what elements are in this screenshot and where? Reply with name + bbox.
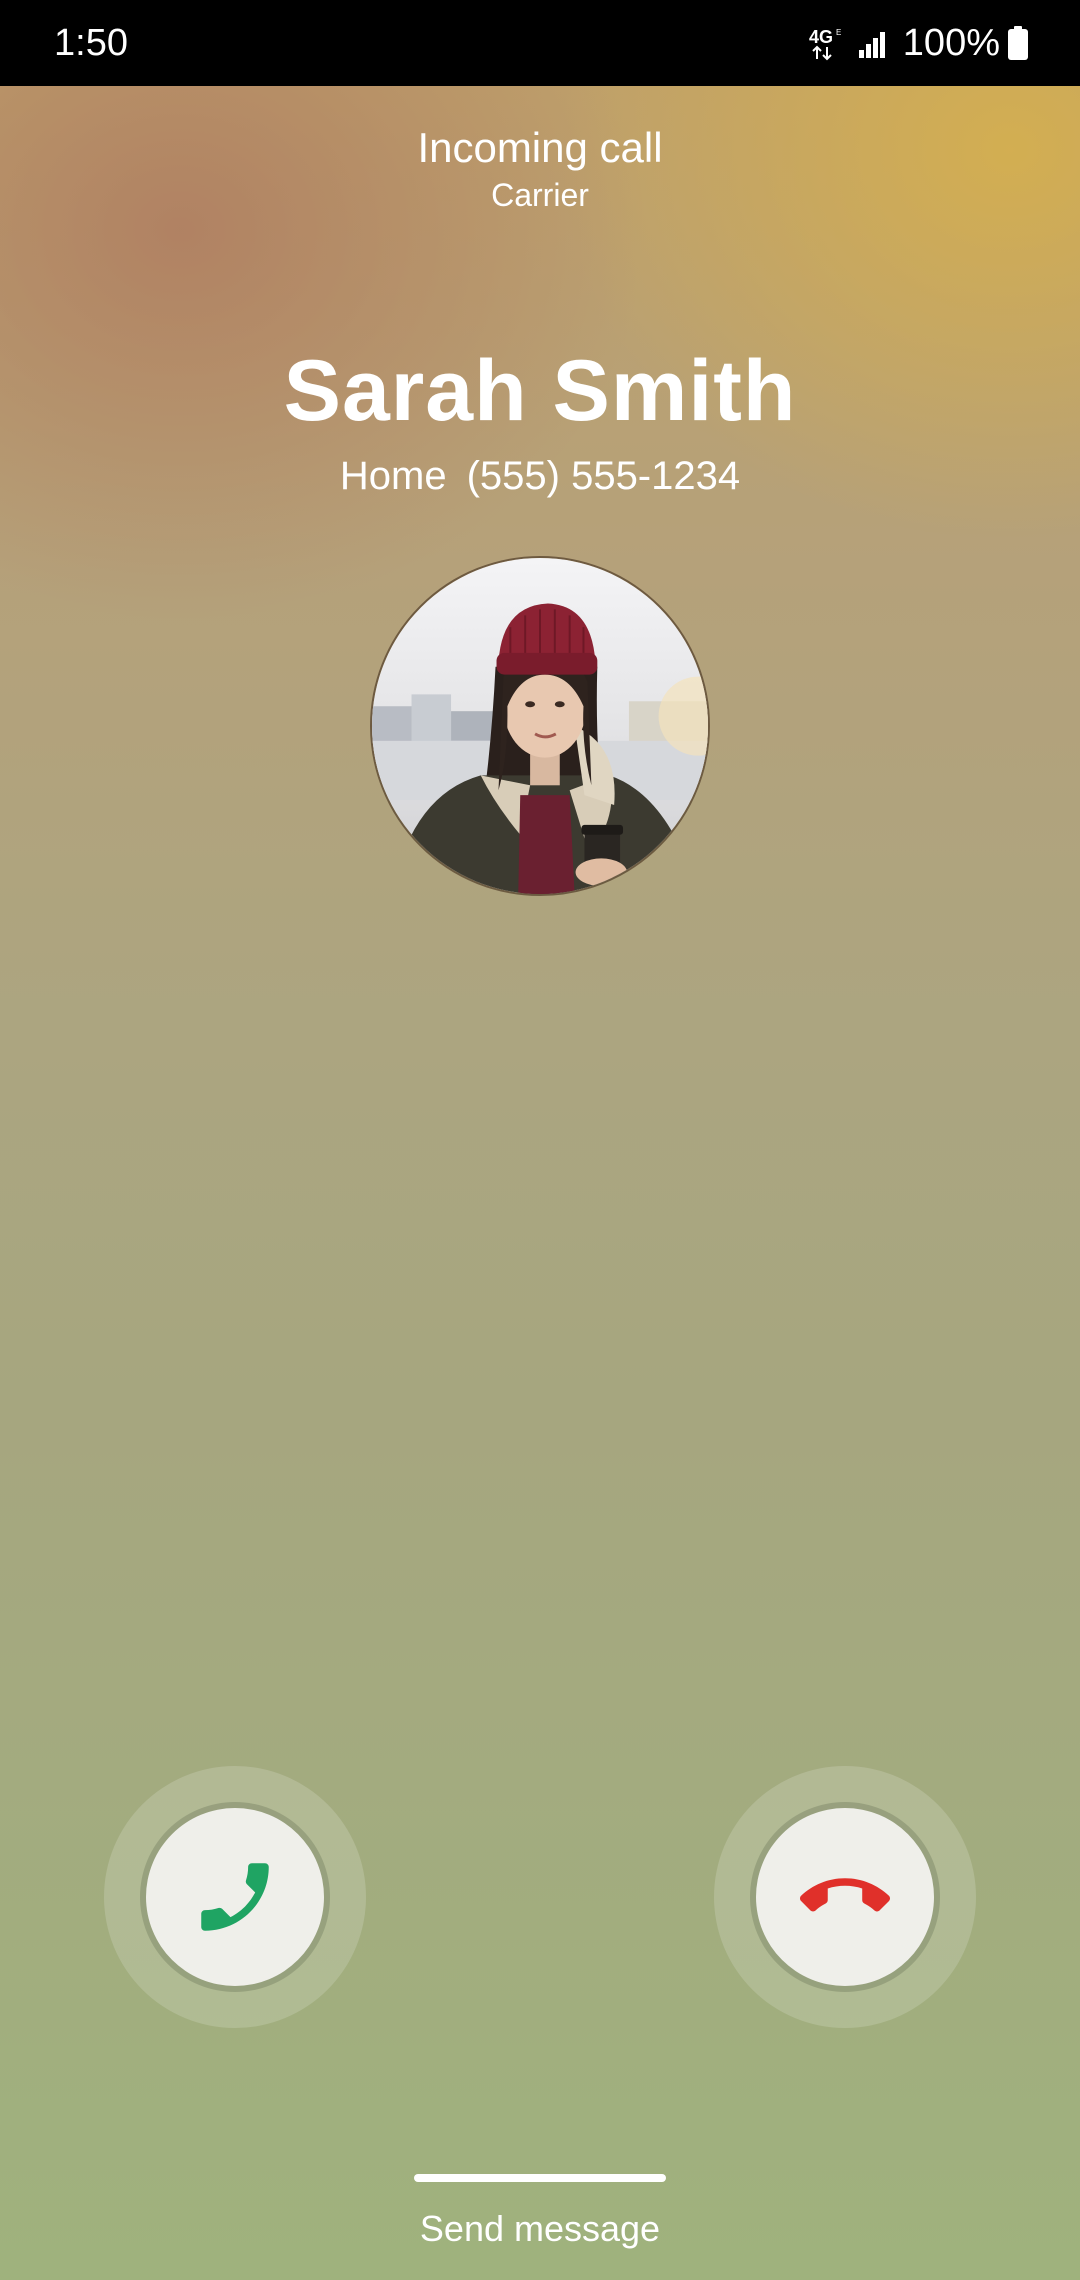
4g-lte-icon: 4G E — [809, 27, 841, 61]
number-type-label: Home — [339, 454, 447, 498]
decline-call-button[interactable] — [714, 1766, 976, 2028]
svg-text:E: E — [836, 28, 841, 37]
send-message-button[interactable]: Send message — [0, 2204, 1080, 2254]
cell-signal-icon — [858, 32, 885, 58]
status-time: 1:50 — [54, 22, 128, 64]
decline-button-ring — [750, 1802, 940, 1992]
caller-name: Sarah Smith — [283, 343, 797, 439]
status-bar: 1:50 4G E 100% — [0, 0, 1080, 86]
phone-hangup-icon — [800, 1878, 890, 1912]
answer-call-button[interactable] — [104, 1766, 366, 2028]
caller-phone-number: (555) 555-1234 — [466, 454, 741, 498]
battery-full-icon — [1008, 26, 1028, 60]
status-icons: 4G E 100% — [807, 18, 1030, 68]
answer-button-face[interactable] — [146, 1808, 324, 1986]
phone-answer-icon — [201, 1863, 269, 1931]
answer-button-ring — [140, 1802, 330, 1992]
caller-avatar — [370, 556, 710, 896]
svg-text:4G: 4G — [809, 27, 833, 47]
send-message-swipe-handle[interactable] — [414, 2174, 666, 2182]
decline-button-face[interactable] — [756, 1808, 934, 1986]
call-status-label: Incoming call — [417, 124, 663, 171]
carrier-label: Carrier — [491, 177, 589, 213]
battery-percentage: 100% — [902, 22, 1000, 64]
caller-number-row: Home (555) 555-1234 — [0, 448, 1080, 504]
incoming-call-screen: 1:50 4G E 100% Incoming call Carrier Sar… — [0, 0, 1080, 2280]
